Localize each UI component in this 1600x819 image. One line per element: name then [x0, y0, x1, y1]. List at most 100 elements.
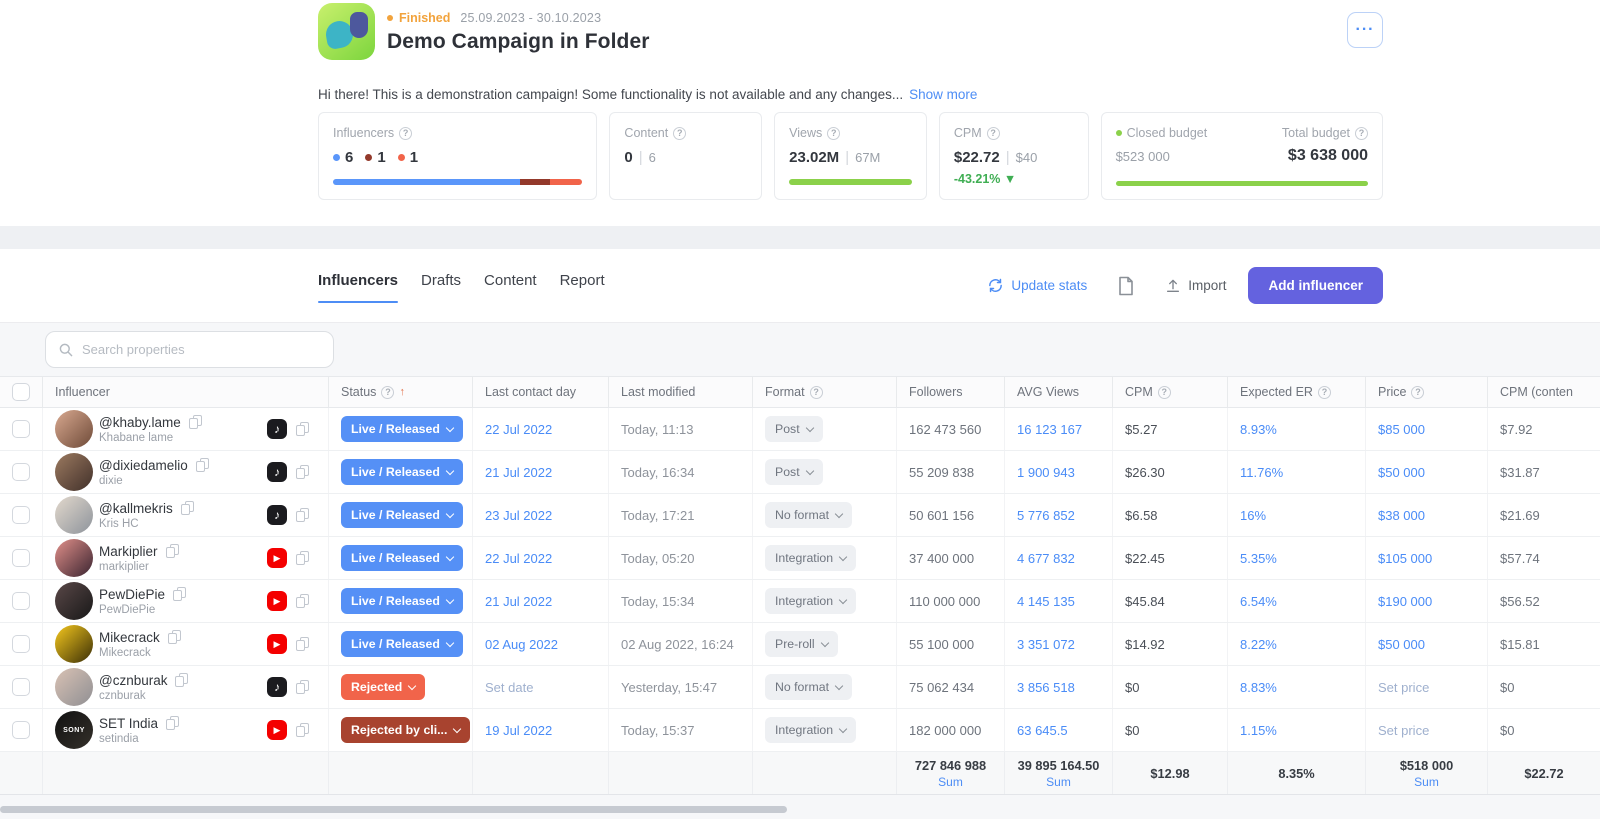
price-link[interactable]: $190 000 — [1378, 594, 1432, 609]
last-contact-link[interactable]: 22 Jul 2022 — [485, 551, 552, 566]
copy-icon[interactable] — [173, 587, 187, 601]
copy-icon[interactable] — [165, 544, 179, 558]
format-select[interactable]: Integration — [765, 545, 857, 571]
last-contact-link[interactable]: 21 Jul 2022 — [485, 594, 552, 609]
row-checkbox[interactable] — [12, 678, 30, 696]
last-contact-link[interactable]: 23 Jul 2022 — [485, 508, 552, 523]
expected-er-link[interactable]: 6.54% — [1240, 594, 1277, 609]
copy-link-icon[interactable] — [296, 465, 309, 479]
avg-views-link[interactable]: 4 677 832 — [1017, 551, 1075, 566]
copy-link-icon[interactable] — [296, 680, 309, 694]
format-select[interactable]: Integration — [765, 588, 857, 614]
avg-views-sum-link[interactable]: Sum — [1046, 775, 1071, 789]
copy-icon[interactable] — [166, 716, 180, 730]
expected-er-link[interactable]: 8.83% — [1240, 680, 1277, 695]
help-icon[interactable] — [827, 126, 841, 140]
help-icon[interactable] — [1411, 385, 1425, 399]
row-checkbox[interactable] — [12, 721, 30, 739]
influencer-handle[interactable]: @kallmekris — [99, 501, 173, 516]
tiktok-icon[interactable] — [267, 462, 287, 482]
format-select[interactable]: Post — [765, 416, 823, 442]
price-sum-link[interactable]: Sum — [1414, 775, 1439, 789]
help-icon[interactable] — [809, 385, 823, 399]
influencer-handle[interactable]: PewDiePie — [99, 587, 165, 602]
status-select[interactable]: Live / Released — [341, 588, 463, 614]
row-checkbox[interactable] — [12, 592, 30, 610]
followers-sum-link[interactable]: Sum — [938, 775, 963, 789]
update-stats-button[interactable]: Update stats — [987, 277, 1087, 294]
influencer-handle[interactable]: @khaby.lame — [99, 415, 181, 430]
horizontal-scrollbar-thumb[interactable] — [0, 806, 787, 813]
youtube-icon[interactable] — [267, 548, 287, 568]
column-header-status[interactable]: Status↑ — [329, 377, 473, 407]
price-link[interactable]: $38 000 — [1378, 508, 1425, 523]
tab-report[interactable]: Report — [560, 268, 605, 303]
status-select[interactable]: Live / Released — [341, 459, 463, 485]
copy-icon[interactable] — [195, 458, 209, 472]
show-more-link[interactable]: Show more — [909, 87, 977, 102]
format-select[interactable]: Integration — [765, 717, 857, 743]
copy-icon[interactable] — [188, 415, 202, 429]
copy-link-icon[interactable] — [296, 422, 309, 436]
youtube-icon[interactable] — [267, 634, 287, 654]
help-icon[interactable] — [673, 126, 687, 140]
last-contact-link[interactable]: 22 Jul 2022 — [485, 422, 552, 437]
tiktok-icon[interactable] — [267, 677, 287, 697]
expected-er-link[interactable]: 1.15% — [1240, 723, 1277, 738]
row-checkbox[interactable] — [12, 463, 30, 481]
copy-link-icon[interactable] — [296, 723, 309, 737]
influencer-handle[interactable]: @cznburak — [99, 673, 167, 688]
influencer-handle[interactable]: @dixiedamelio — [99, 458, 188, 473]
copy-icon[interactable] — [167, 630, 181, 644]
more-options-button[interactable]: ··· — [1347, 12, 1383, 48]
avg-views-link[interactable]: 1 900 943 — [1017, 465, 1075, 480]
copy-link-icon[interactable] — [296, 551, 309, 565]
youtube-icon[interactable] — [267, 720, 287, 740]
help-icon[interactable] — [1157, 385, 1171, 399]
copy-icon[interactable] — [175, 673, 189, 687]
status-select[interactable]: Live / Released — [341, 631, 463, 657]
price-link[interactable]: $50 000 — [1378, 637, 1425, 652]
row-checkbox[interactable] — [12, 549, 30, 567]
expected-er-link[interactable]: 11.76% — [1240, 465, 1283, 480]
status-select[interactable]: Rejected by cli... — [341, 717, 471, 743]
status-select[interactable]: Live / Released — [341, 416, 463, 442]
tab-influencers[interactable]: Influencers — [318, 268, 399, 303]
copy-icon[interactable] — [180, 501, 194, 515]
copy-link-icon[interactable] — [296, 637, 309, 651]
price-link[interactable]: $50 000 — [1378, 465, 1425, 480]
export-file-button[interactable] — [1109, 269, 1143, 303]
row-checkbox[interactable] — [12, 420, 30, 438]
avg-views-link[interactable]: 5 776 852 — [1017, 508, 1075, 523]
expected-er-link[interactable]: 8.22% — [1240, 637, 1277, 652]
expected-er-link[interactable]: 8.93% — [1240, 422, 1277, 437]
format-select[interactable]: Post — [765, 459, 823, 485]
price-link[interactable]: $85 000 — [1378, 422, 1425, 437]
help-icon[interactable] — [399, 126, 413, 140]
youtube-icon[interactable] — [267, 591, 287, 611]
row-checkbox[interactable] — [12, 506, 30, 524]
status-select[interactable]: Live / Released — [341, 502, 463, 528]
price-link[interactable]: $105 000 — [1378, 551, 1432, 566]
search-input[interactable] — [82, 342, 321, 357]
avg-views-link[interactable]: 4 145 135 — [1017, 594, 1075, 609]
format-select[interactable]: No format — [765, 502, 852, 528]
avg-views-link[interactable]: 3 351 072 — [1017, 637, 1075, 652]
add-influencer-button[interactable]: Add influencer — [1248, 267, 1383, 304]
select-all-checkbox[interactable] — [12, 383, 30, 401]
expected-er-link[interactable]: 16% — [1240, 508, 1266, 523]
help-icon[interactable] — [1317, 385, 1331, 399]
sort-ascending-icon[interactable]: ↑ — [399, 386, 405, 398]
last-contact-link[interactable]: 19 Jul 2022 — [485, 723, 552, 738]
influencer-handle[interactable]: Mikecrack — [99, 630, 160, 645]
avg-views-link[interactable]: 63 645.5 — [1017, 723, 1068, 738]
last-contact-link[interactable]: 21 Jul 2022 — [485, 465, 552, 480]
avg-views-link[interactable]: 3 856 518 — [1017, 680, 1075, 695]
format-select[interactable]: Pre-roll — [765, 631, 838, 657]
tab-drafts[interactable]: Drafts — [421, 268, 461, 303]
last-contact-link[interactable]: Set date — [485, 680, 533, 695]
price-link[interactable]: Set price — [1378, 723, 1429, 738]
tiktok-icon[interactable] — [267, 505, 287, 525]
help-icon[interactable] — [986, 126, 1000, 140]
tiktok-icon[interactable] — [267, 419, 287, 439]
